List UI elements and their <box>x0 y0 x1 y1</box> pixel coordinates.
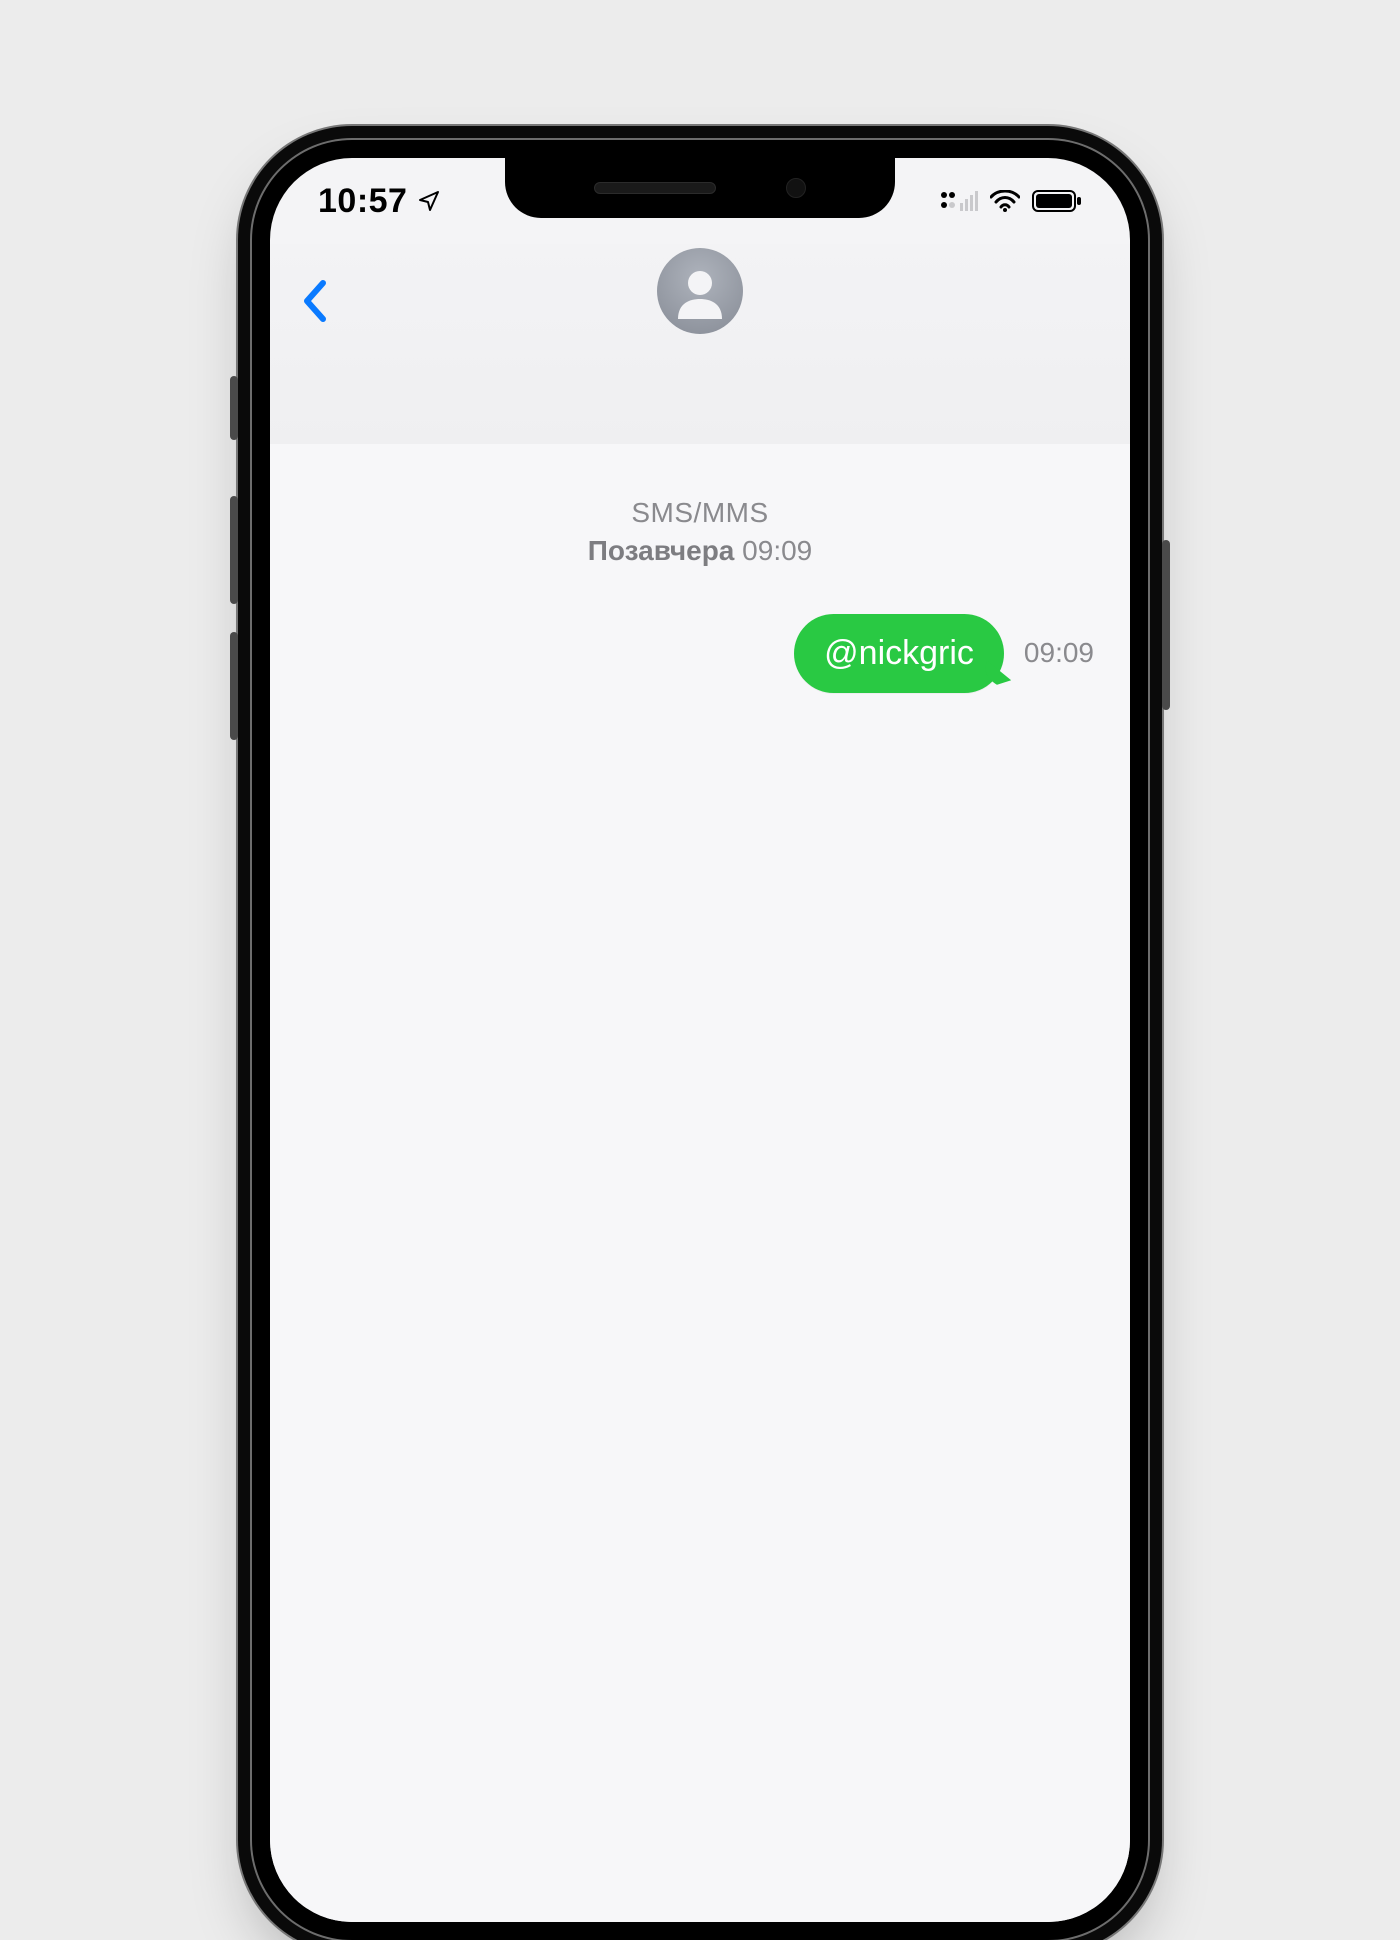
message-timestamp: 09:09 <box>1024 637 1094 669</box>
thread-meta: SMS/MMS Позавчера 09:09 <box>270 494 1130 570</box>
status-right <box>940 189 1082 213</box>
day-label: Позавчера <box>588 535 735 566</box>
message-row: @nickgric 09:09 <box>270 570 1130 693</box>
day-time: 09:09 <box>742 535 812 566</box>
status-time: 10:57 <box>318 182 407 221</box>
battery-icon <box>1032 190 1082 212</box>
wifi-icon <box>990 190 1020 212</box>
front-camera <box>786 178 806 198</box>
phone-screen: 10:57 <box>270 158 1130 1922</box>
back-button[interactable] <box>292 278 338 324</box>
channel-label: SMS/MMS <box>270 494 1130 532</box>
contact-avatar[interactable] <box>657 248 743 334</box>
conversation-thread[interactable]: SMS/MMS Позавчера 09:09 @nickgric 09:09 <box>270 444 1130 1922</box>
notch <box>505 158 895 218</box>
power-button <box>1162 540 1170 710</box>
status-left: 10:57 <box>318 182 441 221</box>
mute-switch <box>230 376 238 440</box>
message-text: @nickgric <box>824 634 974 672</box>
location-arrow-icon <box>417 189 441 213</box>
dual-sim-signal-icon <box>940 189 978 213</box>
outgoing-message-bubble[interactable]: @nickgric <box>794 614 1004 693</box>
conversation-header <box>270 244 1130 445</box>
volume-down-button <box>230 632 238 740</box>
phone-frame: 10:57 <box>252 140 1148 1940</box>
person-silhouette-icon <box>672 263 728 319</box>
speaker-grille <box>594 182 716 194</box>
volume-up-button <box>230 496 238 604</box>
chevron-left-icon <box>301 279 329 323</box>
